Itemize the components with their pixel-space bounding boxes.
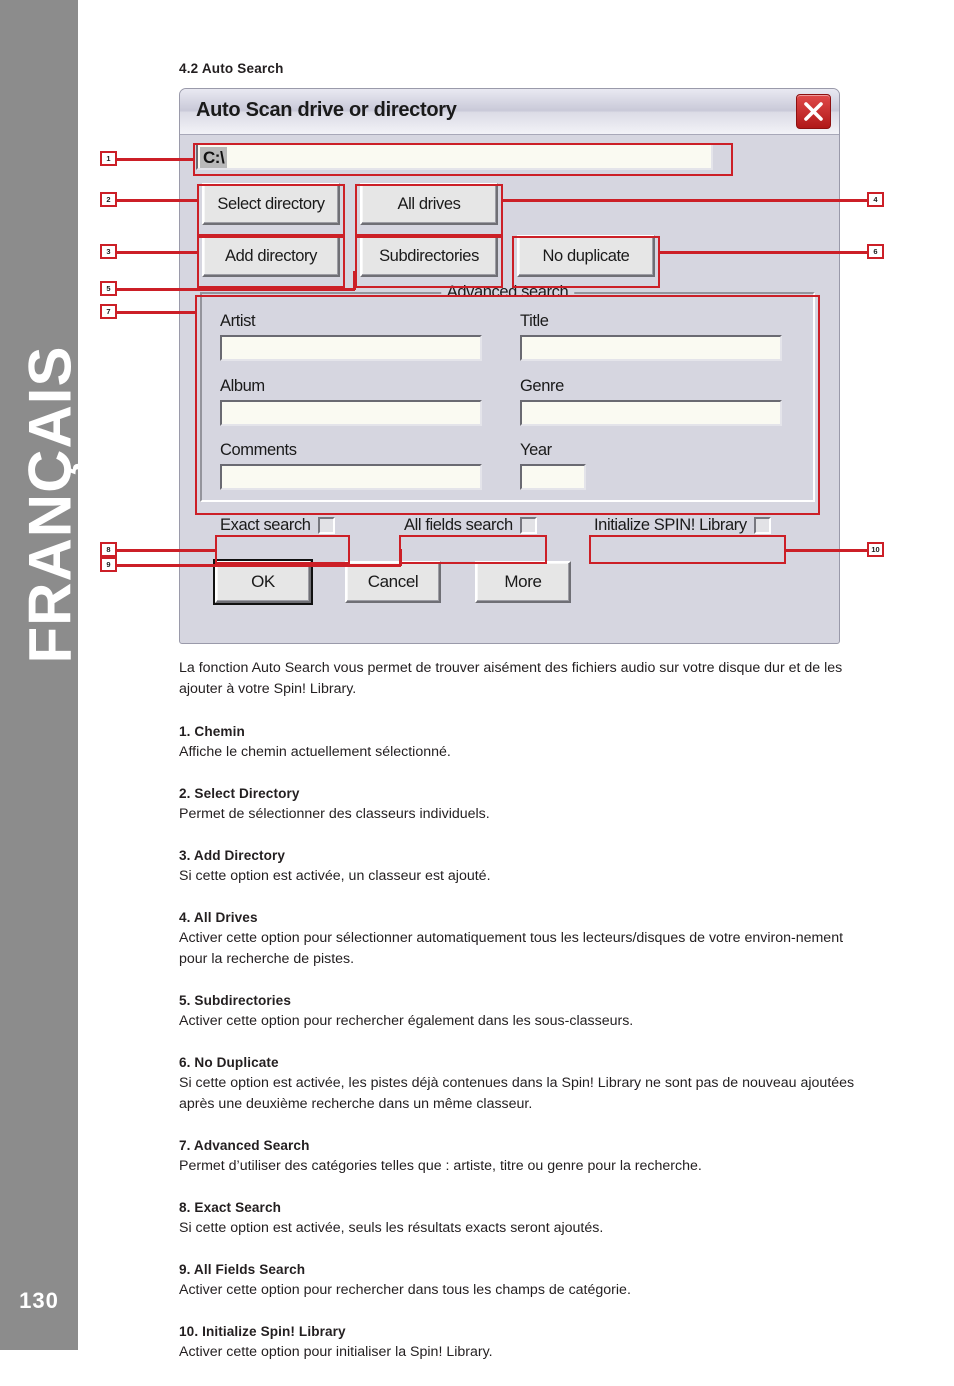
description-item-7: 7. Advanced Search Permet d’utiliser des… xyxy=(179,1138,859,1177)
language-label: FRANÇAIS xyxy=(16,345,84,664)
item-text: Activer cette option pour rechercher dan… xyxy=(179,1282,631,1298)
callout-marker-5: 5 xyxy=(100,281,117,296)
callout-leader-10 xyxy=(784,549,869,552)
description-item-4: 4. All Drives Activer cette option pour … xyxy=(179,910,859,970)
item-text: Si cette option est activée, seuls les r… xyxy=(179,1220,604,1236)
advanced-search-legend: Advanced search xyxy=(440,283,575,302)
description-item-8: 8. Exact Search Si cette option est acti… xyxy=(179,1200,859,1239)
dialog-titlebar: Auto Scan drive or directory xyxy=(180,89,839,135)
section-heading: 4.2 Auto Search xyxy=(179,61,284,76)
comments-input[interactable] xyxy=(220,464,482,490)
item-text: Activer cette option pour initialiser la… xyxy=(179,1344,493,1360)
all-drives-button[interactable]: All drives xyxy=(360,183,498,225)
callout-marker-3: 3 xyxy=(100,244,117,259)
callout-leader-1 xyxy=(110,158,195,161)
year-input[interactable] xyxy=(520,464,586,490)
genre-input[interactable] xyxy=(520,400,782,426)
checkbox-box-icon[interactable] xyxy=(317,517,335,534)
auto-scan-dialog: Auto Scan drive or directory C:\ Select … xyxy=(179,88,840,644)
callout-leader-9-stub xyxy=(399,549,402,566)
checkbox-box-icon[interactable] xyxy=(519,517,537,534)
initialize-spin-library-checkbox[interactable]: Initialize SPIN! Library xyxy=(594,516,771,535)
item-text: Si cette option est activée, un classeur… xyxy=(179,868,491,884)
no-duplicate-button[interactable]: No duplicate xyxy=(517,235,655,277)
description-item-5: 5. Subdirectories Activer cette option p… xyxy=(179,993,859,1032)
callout-marker-9: 9 xyxy=(100,557,117,572)
callout-leader-3 xyxy=(110,251,199,254)
description-item-2: 2. Select Directory Permet de sélectionn… xyxy=(179,786,859,825)
path-input[interactable]: C:\ xyxy=(196,143,713,170)
album-label: Album xyxy=(220,377,265,395)
cancel-button[interactable]: Cancel xyxy=(345,561,441,603)
callout-leader-8 xyxy=(110,549,217,552)
initialize-spin-library-label: Initialize SPIN! Library xyxy=(594,516,747,534)
item-title: 5. Subdirectories xyxy=(179,993,291,1008)
item-title: 10. Initialize Spin! Library xyxy=(179,1324,346,1339)
all-fields-search-checkbox[interactable]: All fields search xyxy=(404,516,537,535)
title-label: Title xyxy=(520,312,549,330)
callout-marker-6: 6 xyxy=(867,244,884,259)
description-item-9: 9. All Fields Search Activer cette optio… xyxy=(179,1262,859,1301)
dialog-title: Auto Scan drive or directory xyxy=(196,99,457,121)
ok-button[interactable]: OK xyxy=(213,559,313,605)
item-title: 2. Select Directory xyxy=(179,786,300,801)
exact-search-checkbox[interactable]: Exact search xyxy=(220,516,335,535)
description-item-3: 3. Add Directory Si cette option est act… xyxy=(179,848,859,887)
album-input[interactable] xyxy=(220,400,482,426)
callout-marker-4: 4 xyxy=(867,192,884,207)
artist-input[interactable] xyxy=(220,335,482,361)
year-label: Year xyxy=(520,441,552,459)
more-button[interactable]: More xyxy=(475,561,571,603)
page-number: 130 xyxy=(19,1288,59,1313)
item-title: 6. No Duplicate xyxy=(179,1055,279,1070)
item-text: Permet d’utiliser des catégories telles … xyxy=(179,1158,702,1174)
add-directory-button[interactable]: Add directory xyxy=(202,235,340,277)
genre-label: Genre xyxy=(520,377,564,395)
callout-marker-7: 7 xyxy=(100,304,117,319)
callout-marker-8: 8 xyxy=(100,542,117,557)
callout-leader-5-stub xyxy=(353,271,356,290)
description-item-1: 1. Chemin Affiche le chemin actuellement… xyxy=(179,724,859,763)
callout-marker-1: 1 xyxy=(100,151,117,166)
item-title: 8. Exact Search xyxy=(179,1200,282,1215)
item-text: Permet de sélectionner des classeurs ind… xyxy=(179,806,490,822)
callout-leader-6 xyxy=(658,251,869,254)
item-text: Affiche le chemin actuellement sélection… xyxy=(179,744,451,760)
callout-leader-9 xyxy=(110,564,401,567)
description-item-10: 10. Initialize Spin! Library Activer cet… xyxy=(179,1324,859,1363)
intro-paragraph: La fonction Auto Search vous permet de t… xyxy=(179,660,843,697)
callout-leader-2 xyxy=(110,199,199,202)
checkbox-box-icon[interactable] xyxy=(753,517,771,534)
advanced-search-group: Advanced search Artist Title Album Genre… xyxy=(200,283,815,502)
page-content: 4.2 Auto Search Auto Scan drive or direc… xyxy=(78,0,954,1360)
body-copy: La fonction Auto Search vous permet de t… xyxy=(179,658,859,1386)
callout-leader-5 xyxy=(110,288,355,291)
item-text: Activer cette option pour sélectionner a… xyxy=(179,930,844,967)
artist-label: Artist xyxy=(220,312,256,330)
item-text: Si cette option est activée, les pistes … xyxy=(179,1075,855,1112)
callout-leader-7 xyxy=(110,311,197,314)
all-fields-search-label: All fields search xyxy=(404,516,513,534)
callout-leader-4 xyxy=(501,199,869,202)
item-text: Activer cette option pour rechercher éga… xyxy=(179,1013,634,1029)
close-icon[interactable] xyxy=(796,94,831,129)
item-title: 4. All Drives xyxy=(179,910,258,925)
comments-label: Comments xyxy=(220,441,297,459)
description-item-6: 6. No Duplicate Si cette option est acti… xyxy=(179,1055,859,1115)
dialog-body: C:\ Select directory All drives Add dire… xyxy=(180,135,839,645)
callout-marker-2: 2 xyxy=(100,192,117,207)
item-title: 3. Add Directory xyxy=(179,848,286,863)
exact-search-label: Exact search xyxy=(220,516,311,534)
language-sidebar: FRANÇAIS 130 xyxy=(0,0,84,1350)
title-input[interactable] xyxy=(520,335,782,361)
item-title: 9. All Fields Search xyxy=(179,1262,306,1277)
callout-marker-10: 10 xyxy=(867,542,884,557)
subdirectories-button[interactable]: Subdirectories xyxy=(360,235,498,277)
select-directory-button[interactable]: Select directory xyxy=(202,183,340,225)
item-title: 1. Chemin xyxy=(179,724,245,739)
path-input-value: C:\ xyxy=(200,147,228,168)
item-title: 7. Advanced Search xyxy=(179,1138,310,1153)
